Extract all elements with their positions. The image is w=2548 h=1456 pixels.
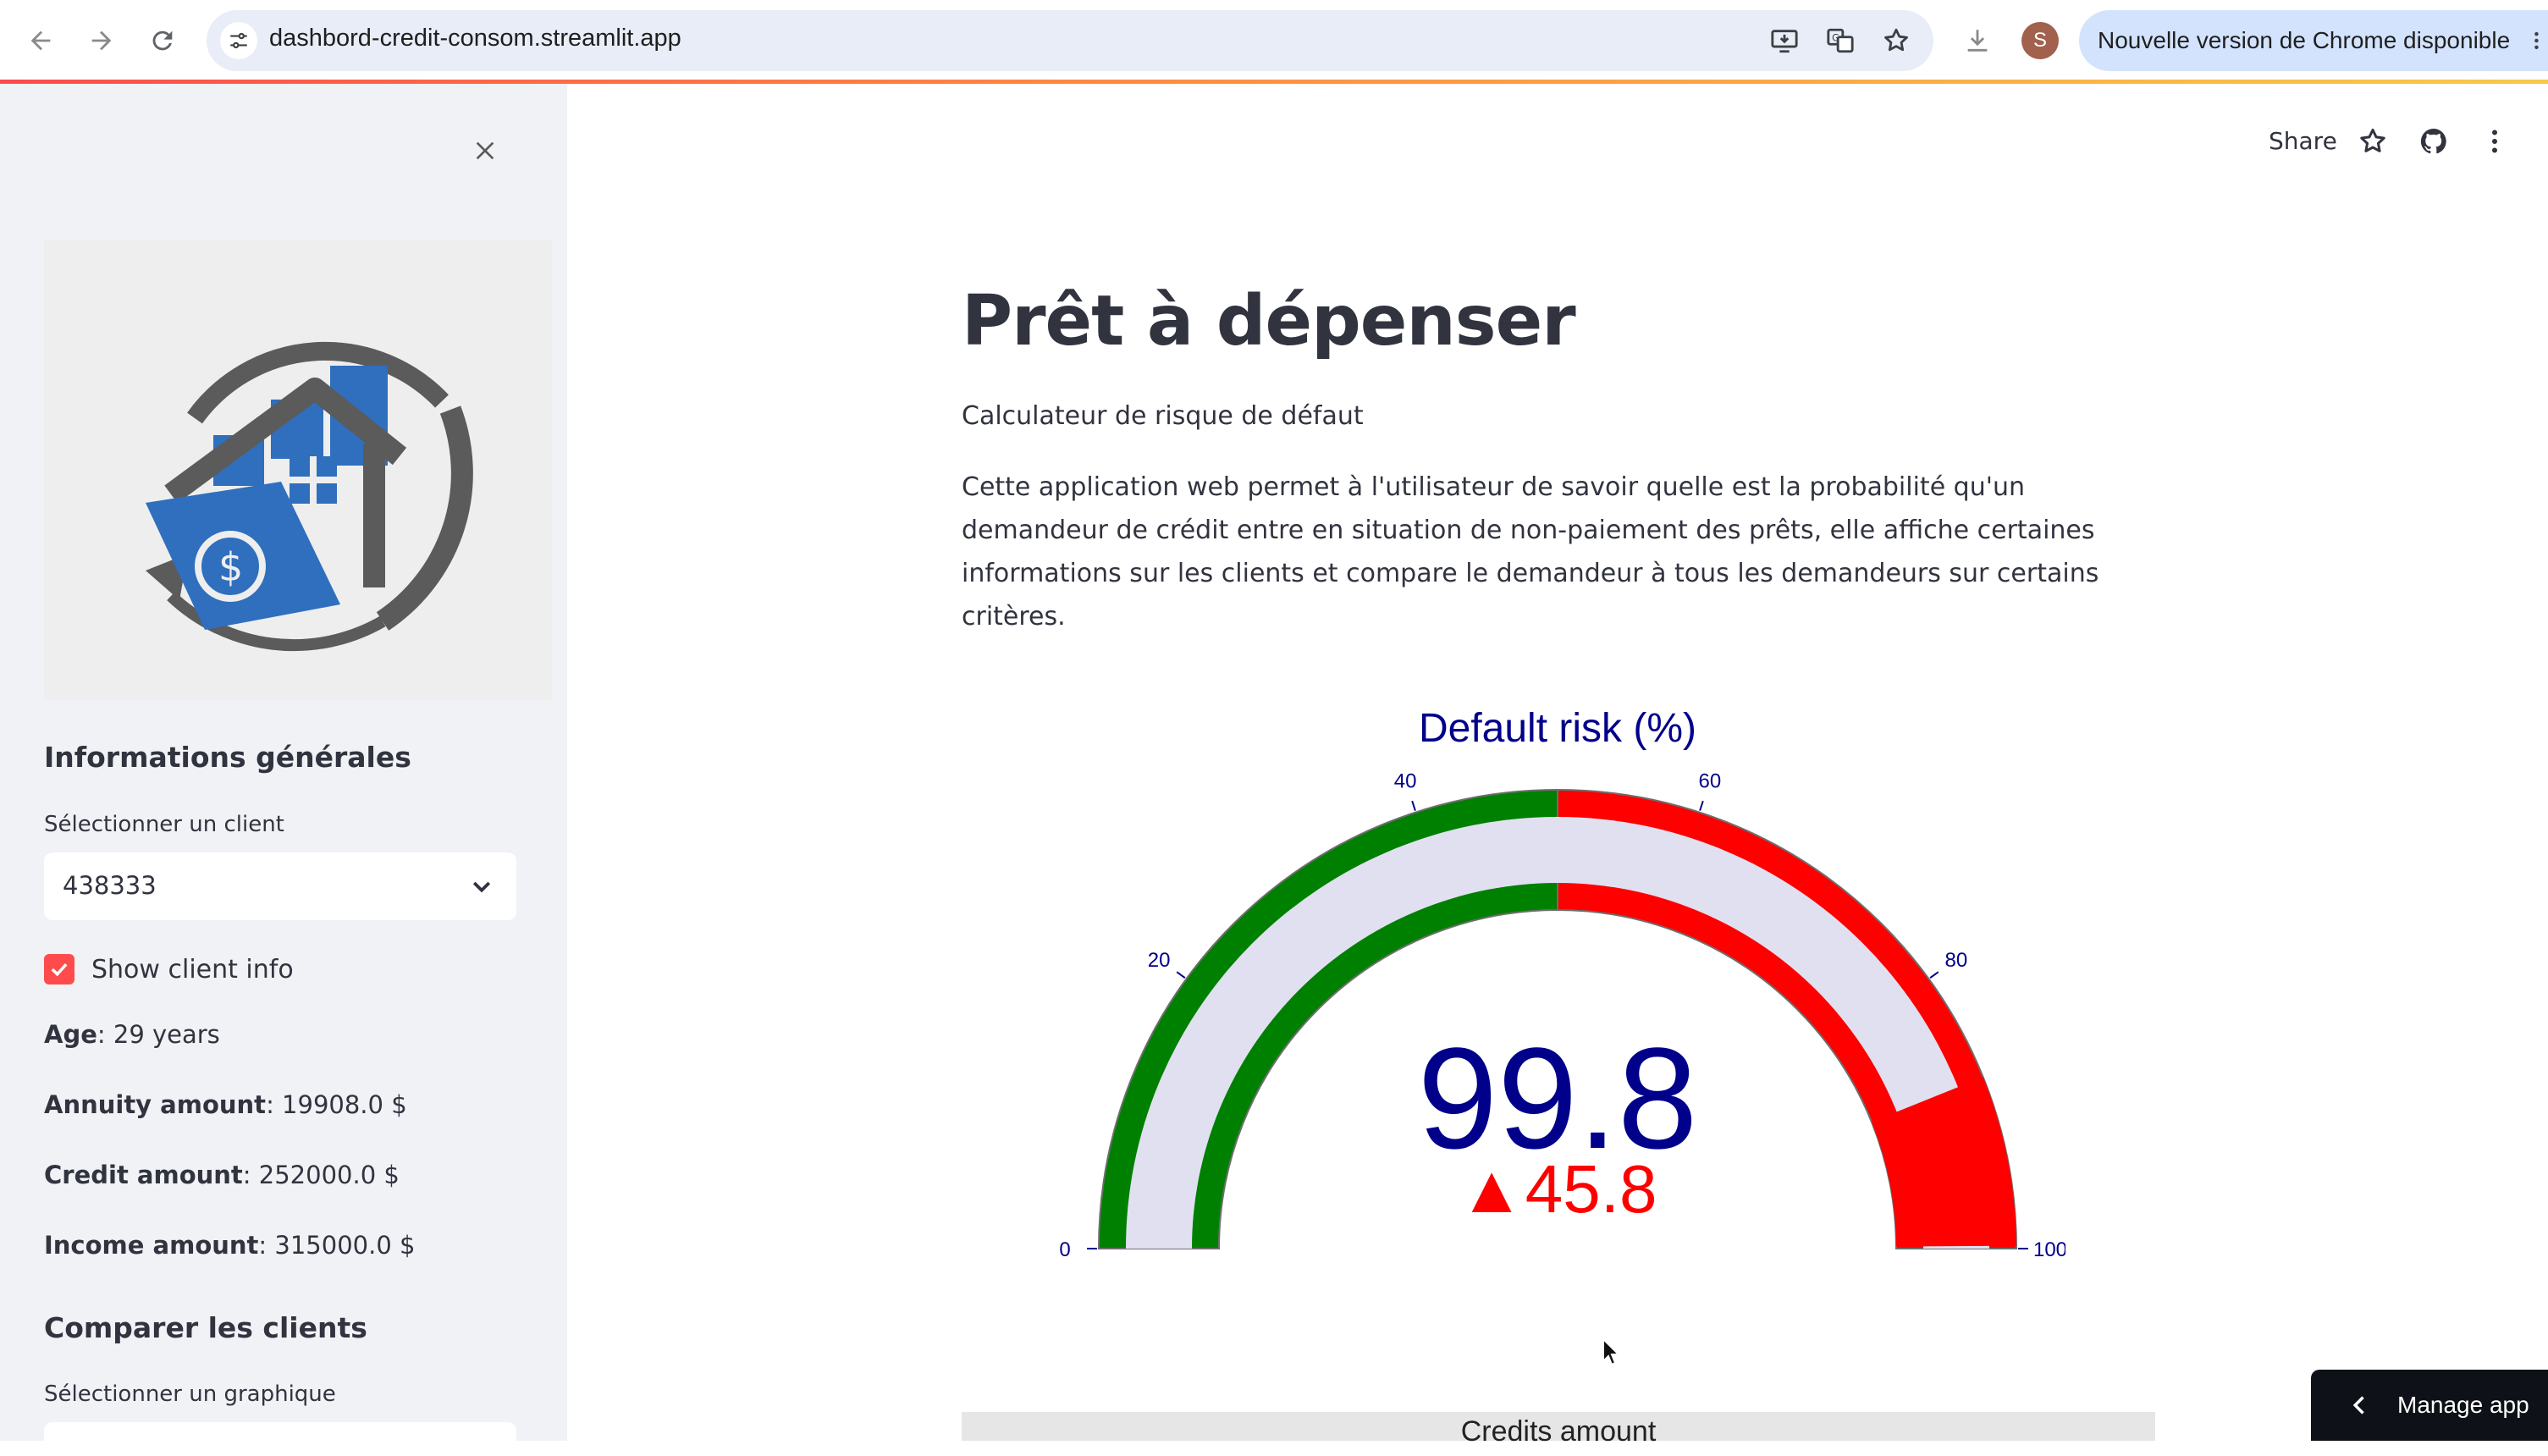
gauge-tick-label: 60 bbox=[1698, 769, 1721, 792]
select-client-label: Sélectionner un client bbox=[44, 812, 284, 837]
checkbox-checked-icon[interactable] bbox=[44, 954, 74, 984]
gauge-tick-label: 20 bbox=[1148, 949, 1171, 972]
sidebar: $ Informations générales Sélectionner un… bbox=[0, 84, 567, 1441]
address-bar[interactable]: dashbord-credit-consom.streamlit.app G bbox=[207, 10, 1933, 71]
page-title: Prêt à dépenser bbox=[962, 281, 1576, 361]
more-vert-icon bbox=[2534, 31, 2539, 50]
credits-amount-chart-title: Credits amount bbox=[1460, 1415, 1657, 1448]
client-income-amount: Income amount: 315000.0 $ bbox=[44, 1231, 416, 1260]
translate-icon[interactable]: G bbox=[1823, 24, 1857, 58]
bookmark-star-icon[interactable] bbox=[1879, 24, 1913, 58]
gauge-title: Default risk (%) bbox=[1419, 706, 1696, 751]
reload-icon[interactable] bbox=[141, 19, 185, 63]
share-button[interactable]: Share bbox=[2269, 127, 2337, 155]
back-icon[interactable] bbox=[19, 19, 63, 63]
client-age: Age: 29 years bbox=[44, 1020, 220, 1049]
download-icon[interactable] bbox=[1957, 20, 1998, 61]
main-menu-icon[interactable] bbox=[2477, 124, 2512, 159]
client-credit-amount: Credit amount: 252000.0 $ bbox=[44, 1161, 400, 1189]
chrome-update-button[interactable]: Nouvelle version de Chrome disponible bbox=[2079, 10, 2548, 71]
gauge-tick-label: 80 bbox=[1944, 949, 1967, 972]
gauge-tick-mark bbox=[1929, 971, 1939, 979]
github-icon[interactable] bbox=[2416, 124, 2451, 159]
section-compare-title: Comparer les clients bbox=[44, 1311, 367, 1344]
site-settings-icon[interactable] bbox=[220, 22, 257, 59]
manage-app-label: Manage app bbox=[2397, 1392, 2529, 1418]
install-icon[interactable] bbox=[1768, 24, 1801, 58]
chrome-update-label: Nouvelle version de Chrome disponible bbox=[2098, 27, 2511, 53]
gauge-chart: Default risk (%) 02040 6080100 99.8 ▲45.8 bbox=[1059, 706, 2067, 1261]
client-annuity-amount: Annuity amount: 19908.0 $ bbox=[44, 1090, 407, 1119]
page-subtitle: Calculateur de risque de défaut bbox=[962, 401, 1364, 431]
close-sidebar-icon[interactable] bbox=[464, 130, 506, 172]
app-logo: $ bbox=[44, 240, 552, 700]
gauge-tick-label: 100 bbox=[2033, 1238, 2065, 1261]
profile-avatar[interactable]: S bbox=[2021, 22, 2059, 59]
gauge-tick-mark bbox=[1699, 800, 1704, 811]
chevron-left-icon bbox=[2352, 1396, 2364, 1415]
graph-select[interactable] bbox=[44, 1422, 516, 1456]
url-text[interactable]: dashbord-credit-consom.streamlit.app bbox=[269, 25, 681, 52]
gauge-tick-label: 40 bbox=[1394, 769, 1417, 792]
forward-icon[interactable] bbox=[80, 19, 124, 63]
select-graph-label: Sélectionner un graphique bbox=[44, 1382, 336, 1407]
gauge-tick-label: 0 bbox=[1059, 1238, 1070, 1261]
svg-text:$: $ bbox=[218, 544, 243, 590]
client-select-value: 438333 bbox=[63, 871, 157, 900]
gauge-delta: ▲45.8 bbox=[1459, 1151, 1657, 1227]
star-icon[interactable] bbox=[2355, 124, 2391, 159]
client-select[interactable]: 438333 bbox=[44, 852, 516, 920]
default-risk-gauge[interactable]: Default risk (%) 0 20 40 60 80 100 99.8 ▲45.8 bbox=[1050, 694, 2067, 1270]
gauge-tick-mark bbox=[1176, 971, 1186, 979]
section-general-info-title: Informations générales bbox=[44, 741, 411, 774]
mouse-cursor-icon bbox=[1602, 1337, 1620, 1366]
credits-amount-chart[interactable]: Credits amount bbox=[962, 1412, 2155, 1448]
show-client-info-label: Show client info bbox=[91, 954, 294, 984]
page-description: Cette application web permet à l'utilisa… bbox=[962, 472, 2099, 631]
gauge-tick-mark bbox=[1411, 800, 1416, 811]
house-money-logo-icon: $ bbox=[146, 341, 473, 652]
browser-toolbar: dashbord-credit-consom.streamlit.app G S… bbox=[0, 0, 2548, 81]
manage-app-button[interactable]: Manage app bbox=[2311, 1370, 2548, 1441]
svg-text:G: G bbox=[1832, 32, 1839, 44]
show-client-info-checkbox[interactable]: Show client info bbox=[44, 951, 294, 988]
chevron-down-icon bbox=[472, 881, 491, 893]
